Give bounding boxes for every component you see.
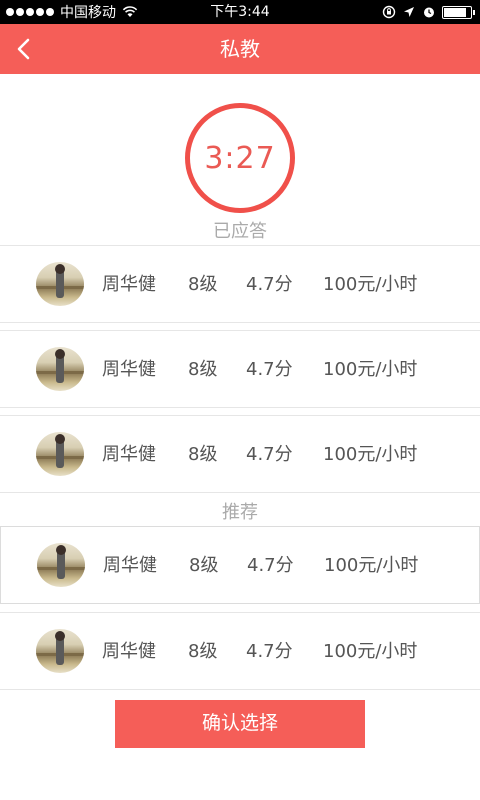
coach-score: 4.7分 [247,555,294,576]
coach-level: 8级 [188,359,218,380]
page-title: 私教 [220,37,260,61]
confirm-selection-button[interactable]: 确认选择 [115,700,365,748]
avatar [37,543,85,587]
coach-name: 周华健 [102,444,156,465]
coach-row[interactable]: 周华健 8级 4.7分 100元/小时 [0,526,480,604]
battery-icon [442,5,475,19]
coach-level: 8级 [188,444,218,465]
coach-score: 4.7分 [246,641,293,662]
section-label-answered: 已应答 [213,221,267,242]
coach-price: 100元/小时 [324,555,419,576]
coach-level: 8级 [188,274,218,295]
coach-score: 4.7分 [246,359,293,380]
status-bar: 中国移动 下午3:44 [0,0,480,24]
coach-level: 8级 [188,641,218,662]
coach-score: 4.7分 [246,274,293,295]
status-right [382,0,475,24]
coach-row[interactable]: 周华健 8级 4.7分 100元/小时 [0,245,480,323]
coach-name: 周华健 [103,555,157,576]
avatar [36,432,84,476]
coach-score: 4.7分 [246,444,293,465]
avatar [36,262,84,306]
nav-header: 私教 [0,24,480,74]
coach-name: 周华健 [102,359,156,380]
countdown-value: 3:27 [204,140,276,176]
coach-price: 100元/小时 [323,641,418,662]
section-label-recommended: 推荐 [222,502,258,523]
alarm-clock-icon [424,7,434,18]
coach-name: 周华健 [102,274,156,295]
coach-price: 100元/小时 [323,274,418,295]
coach-row[interactable]: 周华健 8级 4.7分 100元/小时 [0,612,480,690]
rotation-lock-icon [382,5,396,19]
countdown-timer: 3:27 [185,103,295,213]
coach-row[interactable]: 周华健 8级 4.7分 100元/小时 [0,330,480,408]
coach-price: 100元/小时 [323,444,418,465]
avatar [36,347,84,391]
avatar [36,629,84,673]
coach-row[interactable]: 周华健 8级 4.7分 100元/小时 [0,415,480,493]
location-arrow-icon [404,7,414,17]
coach-price: 100元/小时 [323,359,418,380]
coach-level: 8级 [189,555,219,576]
coach-name: 周华健 [102,641,156,662]
